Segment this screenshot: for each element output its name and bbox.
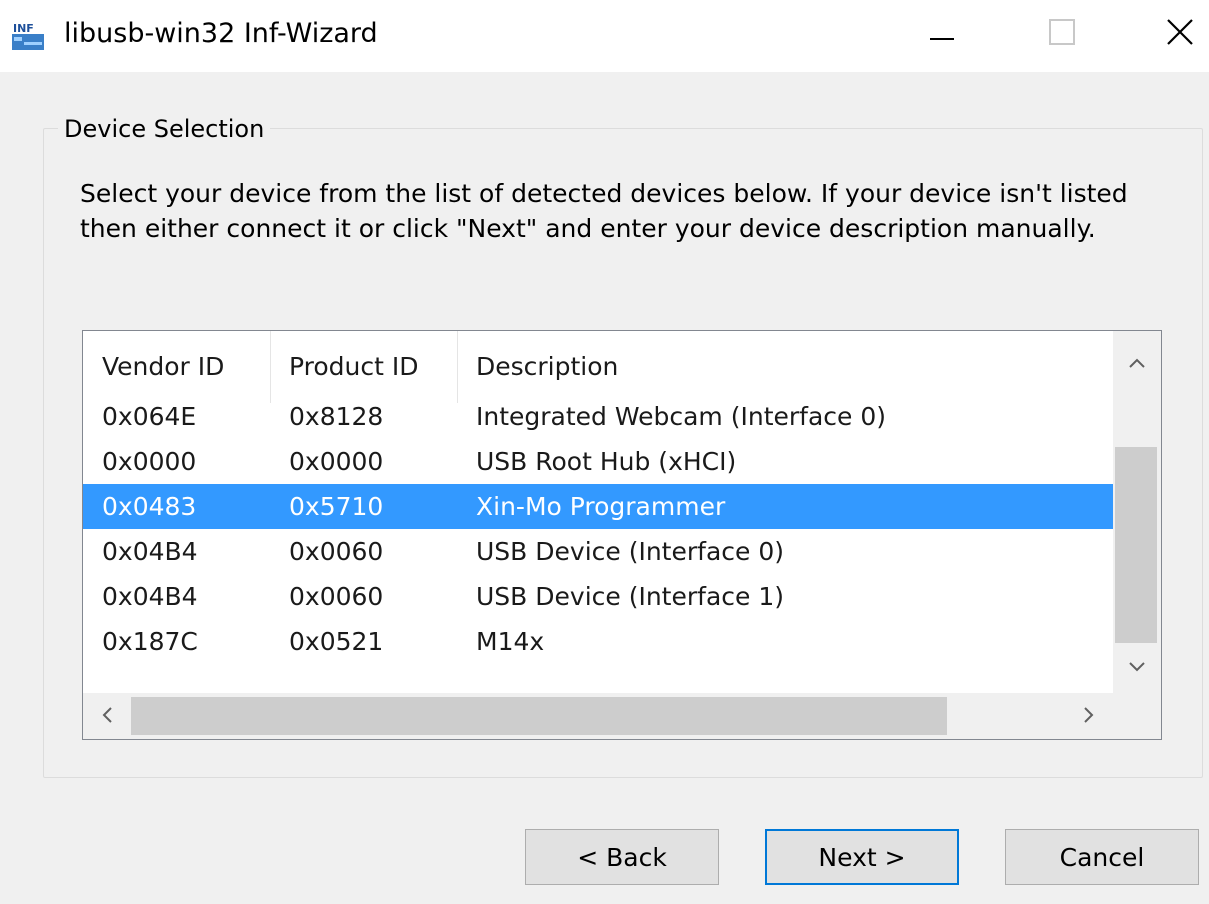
column-header-description[interactable]: Description [457, 331, 1113, 403]
close-icon [1166, 18, 1194, 50]
device-list[interactable]: Vendor ID Product ID Description 0x064E 0… [82, 330, 1162, 740]
cell-vendor-id: 0x064E [102, 402, 197, 431]
window-title: libusb-win32 Inf-Wizard [64, 18, 378, 49]
cell-description: M14x [476, 627, 545, 656]
scroll-up-button[interactable] [1113, 341, 1161, 381]
cell-product-id: 0x8128 [289, 402, 384, 431]
cell-vendor-id: 0x0000 [102, 447, 197, 476]
cell-description: USB Device (Interface 1) [476, 582, 784, 611]
group-label: Device Selection [58, 112, 271, 146]
maximize-button[interactable] [1032, 0, 1092, 68]
scrollbar-corner [1113, 693, 1161, 739]
table-row[interactable]: 0x0000 0x0000 USB Root Hub (xHCI) [83, 439, 1113, 484]
column-header-vendor-id[interactable]: Vendor ID [83, 331, 270, 403]
list-header: Vendor ID Product ID Description [83, 331, 1113, 403]
column-header-product-id[interactable]: Product ID [270, 331, 457, 403]
chevron-right-icon [1084, 704, 1094, 728]
table-row[interactable]: 0x064E 0x8128 Integrated Webcam (Interface… [83, 394, 1113, 439]
instructions-text: Select your device from the list of dete… [80, 179, 1128, 243]
wizard-client-area: Device Selection Select your device from… [0, 72, 1209, 904]
cell-description: Xin-Mo Programmer [476, 492, 726, 521]
back-button[interactable]: < Back [525, 829, 719, 885]
next-button[interactable]: Next > [765, 829, 959, 885]
horizontal-scrollbar[interactable] [83, 693, 1113, 739]
close-button[interactable] [1150, 0, 1209, 68]
chevron-down-icon [1129, 653, 1145, 677]
cell-description: USB Root Hub (xHCI) [476, 447, 737, 476]
cell-vendor-id: 0x187C [102, 627, 198, 656]
cell-description: Integrated Webcam (Interface 0) [476, 402, 887, 431]
cell-vendor-id: 0x0483 [102, 492, 197, 521]
cell-description: USB Device (Interface 0) [476, 537, 784, 566]
app-icon: INF [10, 20, 46, 52]
cell-product-id: 0x0060 [289, 537, 384, 566]
vertical-scroll-thumb[interactable] [1115, 447, 1157, 643]
table-row[interactable]: 0x04B4 0x0060 USB Device (Interface 1) [83, 574, 1113, 619]
title-bar[interactable]: INF libusb-win32 Inf-Wizard [0, 0, 1209, 72]
scroll-right-button[interactable] [1073, 697, 1105, 735]
scroll-left-button[interactable] [91, 697, 123, 735]
horizontal-scroll-thumb[interactable] [131, 697, 947, 735]
app-icon-text: INF [13, 22, 34, 35]
cell-product-id: 0x0521 [289, 627, 384, 656]
cell-product-id: 0x0000 [289, 447, 384, 476]
cell-product-id: 0x5710 [289, 492, 384, 521]
cell-vendor-id: 0x04B4 [102, 537, 198, 566]
scroll-down-button[interactable] [1113, 645, 1161, 685]
chevron-up-icon [1129, 349, 1145, 373]
maximize-icon [1049, 19, 1075, 49]
minimize-button[interactable] [912, 0, 972, 68]
cell-vendor-id: 0x04B4 [102, 582, 198, 611]
cancel-button[interactable]: Cancel [1005, 829, 1199, 885]
table-row[interactable]: 0x04B4 0x0060 USB Device (Interface 0) [83, 529, 1113, 574]
vertical-scrollbar[interactable] [1113, 331, 1161, 693]
table-row-selected[interactable]: 0x0483 0x5710 Xin-Mo Programmer [83, 484, 1113, 529]
chevron-left-icon [102, 704, 112, 728]
minimize-icon [930, 20, 954, 48]
table-row[interactable]: 0x187C 0x0521 M14x [83, 619, 1113, 664]
cell-product-id: 0x0060 [289, 582, 384, 611]
